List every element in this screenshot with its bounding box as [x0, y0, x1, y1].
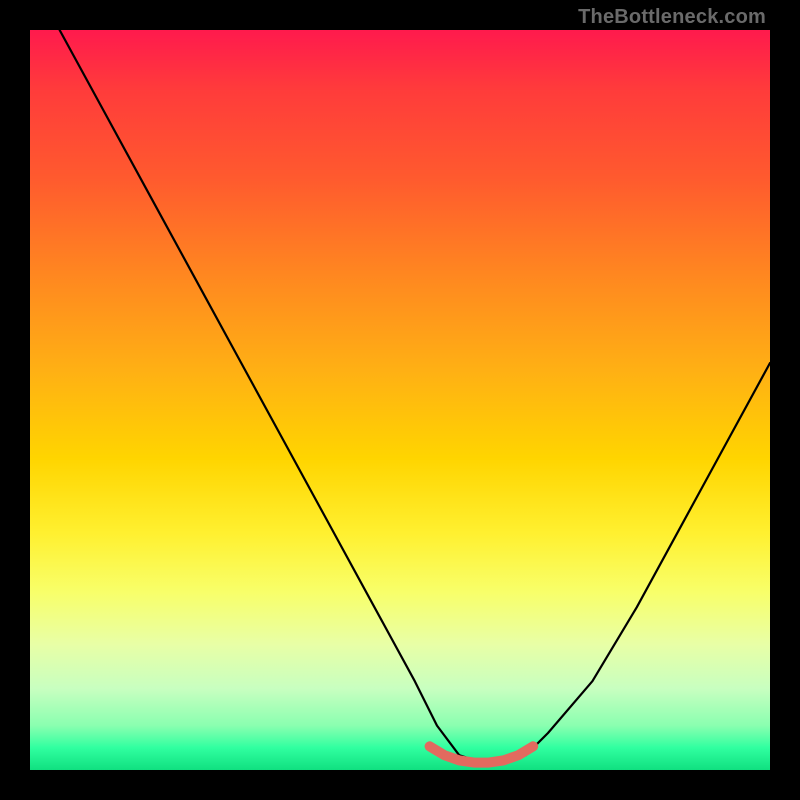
plot-area	[30, 30, 770, 770]
watermark-text: TheBottleneck.com	[578, 6, 766, 29]
optimal-band-path	[430, 746, 534, 762]
chart-frame: TheBottleneck.com	[0, 0, 800, 800]
chart-svg	[30, 30, 770, 770]
bottleneck-curve-path	[60, 30, 770, 763]
